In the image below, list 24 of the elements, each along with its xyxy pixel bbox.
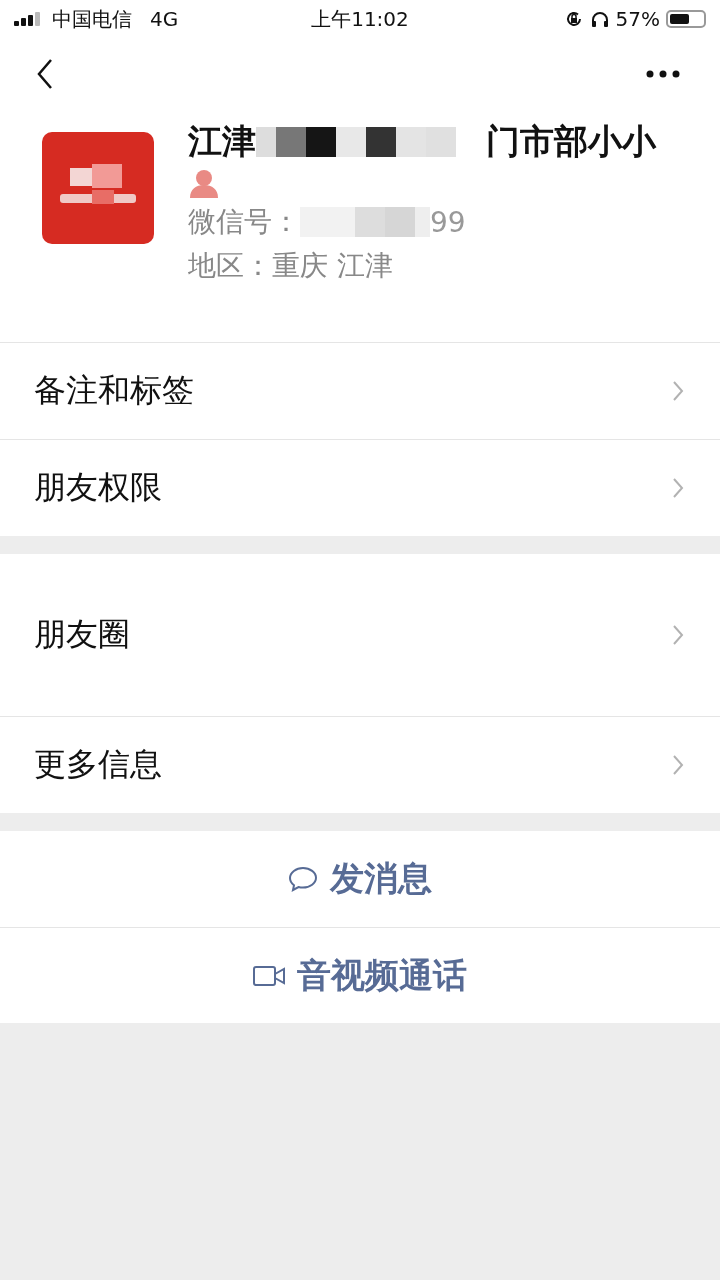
battery-icon bbox=[666, 10, 706, 28]
region-text: 地区：重庆 江津 bbox=[188, 248, 394, 284]
headphones-icon bbox=[589, 10, 610, 28]
chevron-icon bbox=[672, 477, 684, 499]
chevron-icon bbox=[672, 380, 684, 402]
clock-time: 上午11:02 bbox=[311, 5, 409, 33]
chevron-icon bbox=[672, 624, 684, 646]
chevron-icon bbox=[672, 754, 684, 776]
battery-percent: 57% bbox=[615, 7, 660, 31]
wechat-id-label: 微信号： bbox=[188, 204, 300, 240]
menu-row[interactable]: 备注和标签 bbox=[0, 343, 720, 439]
wechat-id-end: 99 bbox=[430, 205, 466, 239]
contact-name: 江津 bbox=[188, 120, 256, 163]
carrier-name: 中国电信 bbox=[52, 5, 132, 33]
video-camera-icon bbox=[253, 964, 285, 987]
chat-bubble-icon bbox=[288, 866, 318, 892]
menu-row[interactable]: 朋友圈 bbox=[0, 554, 720, 716]
menu-row[interactable]: 朋友权限 bbox=[0, 439, 720, 536]
network-type: 4G bbox=[150, 7, 179, 31]
contact-name-end: 门市部小小 bbox=[486, 120, 656, 163]
back-icon[interactable] bbox=[36, 58, 54, 90]
menu-row[interactable]: 更多信息 bbox=[0, 716, 720, 813]
more-icon[interactable] bbox=[646, 70, 680, 78]
person-icon bbox=[188, 168, 220, 198]
